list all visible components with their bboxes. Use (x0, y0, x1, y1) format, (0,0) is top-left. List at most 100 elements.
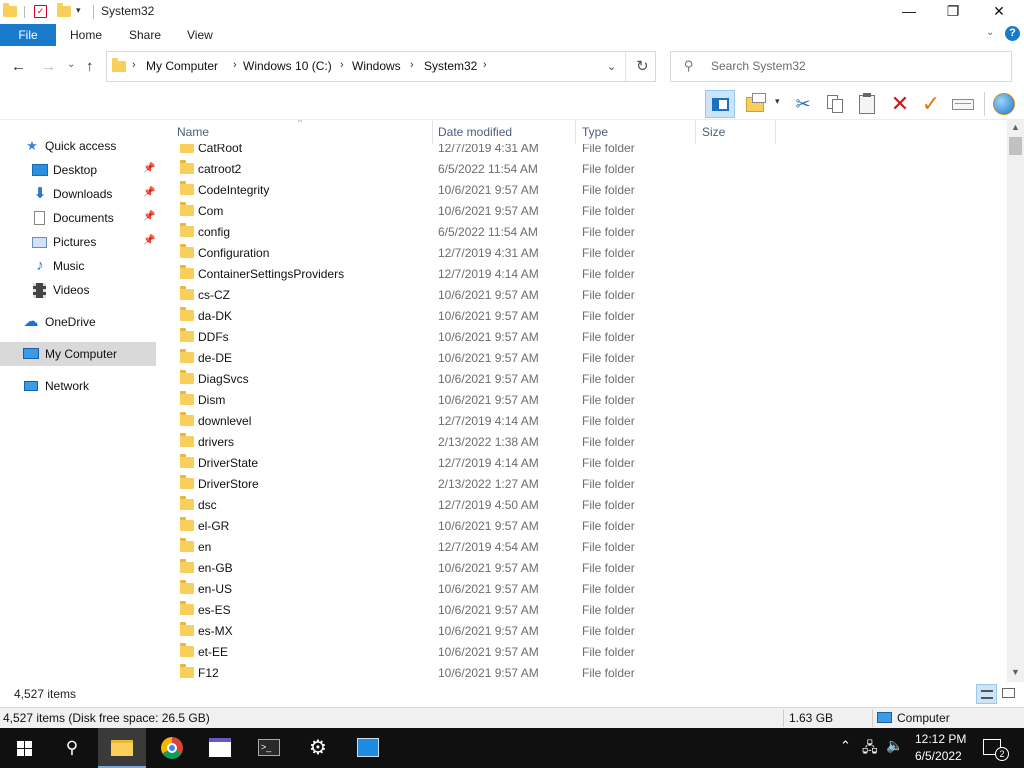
file-row[interactable]: da-DK 10/6/2021 9:57 AM File folder (160, 306, 1006, 327)
scroll-down-arrow-icon[interactable]: ▼ (1011, 667, 1020, 677)
sidebar-item-videos[interactable]: Videos (0, 278, 156, 302)
recent-locations-chevron-icon[interactable]: ⌄ (67, 59, 75, 70)
file-row[interactable]: Configuration 12/7/2019 4:31 AM File folde… (160, 243, 1006, 264)
cut-scissors-icon[interactable]: ✂ (790, 91, 816, 117)
file-row[interactable]: de-DE 10/6/2021 9:57 AM File folder (160, 348, 1006, 369)
scroll-up-arrow-icon[interactable]: ▲ (1011, 122, 1020, 132)
scrollbar-thumb[interactable] (1009, 137, 1022, 155)
clock-time[interactable]: 12:12 PM (915, 732, 966, 746)
breadcrumb-my-computer[interactable]: My Computer (146, 59, 218, 73)
copy-icon[interactable] (822, 91, 848, 117)
sidebar-item-documents[interactable]: Documents 📌 (0, 206, 156, 230)
file-row[interactable]: es-ES 10/6/2021 9:57 AM File folder (160, 600, 1006, 621)
globe-icon[interactable] (991, 91, 1017, 117)
rename-checkmark-icon[interactable]: ✓ (918, 91, 944, 117)
file-row[interactable]: et-EE 10/6/2021 9:57 AM File folder (160, 642, 1006, 663)
clock-date[interactable]: 6/5/2022 (915, 749, 962, 763)
paste-clipboard-icon[interactable] (854, 91, 880, 117)
sidebar-item-quick-access[interactable]: ★ Quick access (0, 134, 156, 158)
file-row[interactable]: dsc 12/7/2019 4:50 AM File folder (160, 495, 1006, 516)
file-row[interactable]: ContainerSettingsProviders 12/7/2019 4:14… (160, 264, 1006, 285)
breadcrumb-separator-icon[interactable]: › (410, 59, 414, 71)
customize-qat-chevron-icon[interactable]: ▾ (76, 5, 81, 16)
preview-pane-toggle-button[interactable] (705, 90, 735, 118)
forward-arrow-icon[interactable]: → (41, 58, 56, 75)
sidebar-item-music[interactable]: ♪ Music (0, 254, 156, 278)
column-divider[interactable] (432, 120, 433, 144)
sidebar-item-my-computer[interactable]: My Computer (0, 342, 156, 366)
refresh-icon[interactable]: ↻ (636, 57, 649, 75)
file-row[interactable]: config 6/5/2022 11:54 AM File folder (160, 222, 1006, 243)
file-row[interactable]: DriverStore 2/13/2022 1:27 AM File folder (160, 474, 1006, 495)
tab-file[interactable]: File (0, 24, 56, 46)
volume-icon[interactable]: 🔈 (886, 737, 903, 754)
file-row[interactable]: DriverState 12/7/2019 4:14 AM File folder (160, 453, 1006, 474)
properties-check-icon[interactable]: ✓ (34, 5, 47, 18)
network-tray-icon[interactable]: 🖧 (862, 737, 878, 761)
breadcrumb-windows[interactable]: Windows (352, 59, 401, 73)
notepad-taskbar-icon[interactable] (196, 728, 244, 768)
tray-chevron-icon[interactable]: ⌃ (840, 738, 851, 754)
breadcrumb-separator-icon[interactable]: › (340, 59, 344, 71)
help-icon[interactable]: ? (1005, 26, 1020, 41)
up-arrow-icon[interactable]: ↑ (86, 58, 94, 75)
tab-view[interactable]: View (187, 28, 213, 42)
pin-icon[interactable]: 📌 (143, 235, 155, 246)
pin-icon[interactable]: 📌 (143, 163, 155, 174)
chrome-taskbar-icon[interactable] (148, 728, 196, 768)
properties-icon[interactable] (950, 91, 976, 117)
details-view-button[interactable] (976, 684, 997, 704)
app-taskbar-icon[interactable] (344, 728, 392, 768)
file-row[interactable]: DDFs 10/6/2021 9:57 AM File folder (160, 327, 1006, 348)
file-row[interactable]: Com 10/6/2021 9:57 AM File folder (160, 201, 1006, 222)
column-type[interactable]: Type (582, 125, 608, 139)
file-row[interactable]: cs-CZ 10/6/2021 9:57 AM File folder (160, 285, 1006, 306)
pin-icon[interactable]: 📌 (143, 187, 155, 198)
column-name[interactable]: Name (177, 125, 209, 139)
address-bar[interactable]: › My Computer › Windows 10 (C:) › Window… (106, 51, 656, 82)
file-row[interactable]: en 12/7/2019 4:54 AM File folder (160, 537, 1006, 558)
search-box[interactable]: ⚲ Search System32 (670, 51, 1012, 82)
layout-dropdown-chevron-icon[interactable]: ▾ (775, 96, 780, 107)
sidebar-item-pictures[interactable]: Pictures 📌 (0, 230, 156, 254)
breadcrumb-separator-icon[interactable]: › (233, 59, 237, 71)
file-row[interactable]: el-GR 10/6/2021 9:57 AM File folder (160, 516, 1006, 537)
tab-share[interactable]: Share (129, 28, 161, 42)
file-row[interactable]: es-MX 10/6/2021 9:57 AM File folder (160, 621, 1006, 642)
column-divider[interactable] (575, 120, 576, 144)
column-divider[interactable] (775, 120, 776, 144)
close-button[interactable]: ✕ (976, 0, 1022, 24)
start-button[interactable] (0, 728, 48, 768)
file-row[interactable]: catroot2 6/5/2022 11:54 AM File folder (160, 159, 1006, 180)
breadcrumb-drive-c[interactable]: Windows 10 (C:) (243, 59, 332, 73)
large-icons-view-button[interactable] (1001, 686, 1017, 701)
file-explorer-taskbar-icon[interactable] (98, 728, 146, 768)
search-icon[interactable]: ⚲ (48, 728, 96, 768)
file-row[interactable]: DiagSvcs 10/6/2021 9:57 AM File folder (160, 369, 1006, 390)
file-row[interactable]: drivers 2/13/2022 1:38 AM File folder (160, 432, 1006, 453)
vertical-scrollbar[interactable]: ▲ ▼ (1007, 120, 1024, 682)
new-folder-icon[interactable] (57, 3, 71, 17)
column-size[interactable]: Size (702, 125, 725, 139)
column-divider[interactable] (695, 120, 696, 144)
search-placeholder[interactable]: Search System32 (711, 59, 806, 73)
breadcrumb-separator-icon[interactable]: › (132, 59, 136, 71)
sidebar-item-desktop[interactable]: Desktop 📌 (0, 158, 156, 182)
tab-home[interactable]: Home (70, 28, 102, 42)
pin-icon[interactable]: 📌 (143, 211, 155, 222)
address-history-chevron-icon[interactable]: ⌄ (607, 60, 616, 73)
layout-options-icon[interactable] (744, 91, 770, 117)
sidebar-item-onedrive[interactable]: ☁ OneDrive (0, 310, 156, 334)
maximize-button[interactable]: ❐ (930, 0, 976, 24)
sidebar-item-downloads[interactable]: ⬇ Downloads 📌 (0, 182, 156, 206)
delete-x-icon[interactable]: ✕ (887, 91, 913, 117)
file-row[interactable]: Dism 10/6/2021 9:57 AM File folder (160, 390, 1006, 411)
column-date-modified[interactable]: Date modified (438, 125, 512, 139)
minimize-button[interactable]: — (886, 0, 932, 24)
sidebar-item-network[interactable]: Network (0, 374, 156, 398)
expand-ribbon-chevron-icon[interactable]: ⌄ (986, 27, 994, 38)
terminal-taskbar-icon[interactable]: >_ (245, 728, 293, 768)
back-arrow-icon[interactable]: ← (11, 58, 26, 75)
breadcrumb-system32[interactable]: System32 (424, 59, 477, 73)
breadcrumb-separator-icon[interactable]: › (483, 59, 487, 71)
